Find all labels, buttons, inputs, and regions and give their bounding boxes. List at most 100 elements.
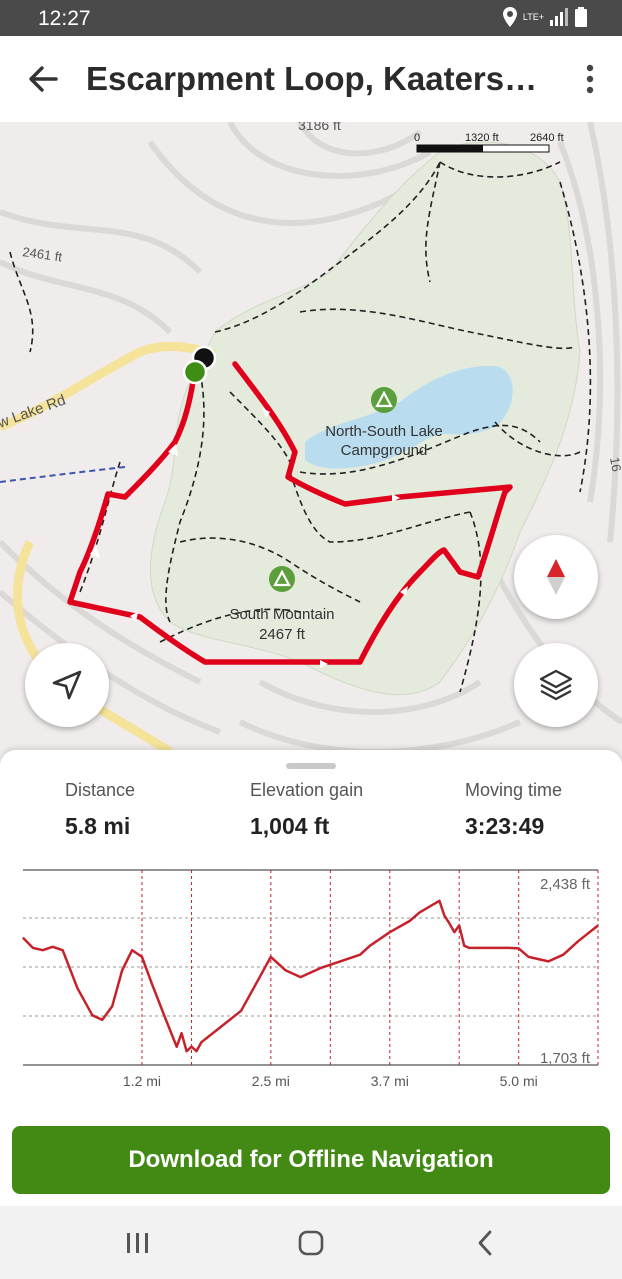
- scale-mid: 1320 ft: [465, 132, 499, 144]
- elevation-point: [32, 947, 34, 949]
- elevation-point: [22, 937, 24, 939]
- elevation-point: [185, 1050, 188, 1052]
- elevation-point: [270, 956, 272, 958]
- clock: 12:27: [38, 7, 91, 30]
- mountain-label-2: 2467 ft: [259, 626, 306, 643]
- elevation-point: [285, 969, 287, 971]
- recent-apps-icon: [127, 1233, 148, 1253]
- campground-icon[interactable]: [371, 387, 397, 413]
- locate-button[interactable]: [25, 643, 109, 727]
- start-marker[interactable]: [182, 359, 208, 385]
- elevation-point: [488, 947, 490, 949]
- elevation-point: [518, 947, 520, 949]
- mountain-label-1: South Mountain: [229, 606, 334, 623]
- road-2: [13, 539, 173, 756]
- home-icon: [298, 1230, 324, 1256]
- elevation-point: [121, 969, 123, 971]
- contour-label-left: 2461 ft: [22, 244, 64, 264]
- stat-value: 3:23:49: [465, 813, 545, 839]
- elevation-point: [181, 1032, 183, 1034]
- elevation-chart-svg[interactable]: 2,438 ft 1,703 ft 1.2 mi 2.5 mi 3.7 mi 5.0 …: [0, 868, 622, 1098]
- elevation-point: [359, 954, 361, 956]
- elevation-point: [111, 1005, 113, 1007]
- layers-button[interactable]: [514, 643, 598, 727]
- elevation-point: [195, 1050, 198, 1052]
- stat-elevation-gain: Elevation gain 1,004 ft: [250, 780, 363, 840]
- layers-icon: [539, 669, 573, 701]
- elevation-point: [190, 1046, 193, 1048]
- y-tick-label-min: 1,703 ft: [540, 1050, 591, 1067]
- sheet-drag-handle[interactable]: [286, 763, 336, 769]
- stat-label: Elevation gain: [250, 780, 364, 800]
- elevation-point: [508, 947, 510, 949]
- x-tick-labels: 1.2 mi 2.5 mi 3.7 mi 5.0 mi: [123, 1073, 538, 1089]
- stat-label: Moving time: [465, 780, 563, 800]
- elevation-line: [22, 899, 599, 1053]
- elevation-point: [458, 924, 460, 927]
- elevation-point: [448, 922, 450, 924]
- y-tick-label-max: 2,438 ft: [540, 876, 591, 893]
- summit-icon[interactable]: [269, 566, 295, 592]
- elevation-point: [52, 946, 54, 948]
- elevation-point: [220, 1025, 222, 1028]
- stat-label: Distance: [65, 780, 136, 800]
- elevation-point: [443, 914, 445, 916]
- battery-icon: [575, 7, 587, 27]
- more-vertical-icon: [586, 64, 594, 94]
- elevation-points: [22, 900, 599, 1052]
- elevation-point: [91, 1014, 93, 1016]
- system-nav-bar: [0, 1206, 622, 1279]
- network-type: LTE+: [522, 11, 544, 22]
- signal-icon: [550, 8, 568, 26]
- elevation-point: [562, 954, 564, 956]
- campground-label-1: North-South Lake: [325, 423, 443, 440]
- elevation-point: [101, 1019, 103, 1021]
- x-tick-label: 2.5 mi: [252, 1073, 290, 1089]
- elevation-point: [463, 945, 465, 947]
- locate-arrow-icon: [52, 670, 82, 700]
- home-button[interactable]: [291, 1226, 331, 1260]
- elevation-point: [369, 945, 371, 947]
- elevation-profile-chart[interactable]: 2,438 ft 1,703 ft 1.2 mi 2.5 mi 3.7 mi 5.0 …: [0, 868, 622, 1098]
- back-nav-button[interactable]: [465, 1226, 505, 1260]
- elevation-point: [166, 1021, 168, 1023]
- elevation-point: [547, 960, 550, 962]
- elevation-point: [453, 931, 455, 933]
- back-nav-icon: [478, 1230, 492, 1256]
- status-bar: 12:27 LTE+: [0, 0, 622, 36]
- recent-apps-button[interactable]: [118, 1226, 158, 1260]
- status-icons: LTE+: [502, 7, 588, 27]
- compass-button[interactable]: [514, 535, 598, 619]
- stat-value: 5.8 mi: [65, 813, 131, 839]
- arrow-left-icon: [29, 66, 58, 92]
- elevation-point: [141, 956, 143, 958]
- more-options-button[interactable]: [582, 64, 598, 94]
- elevation-point: [339, 960, 341, 962]
- elevation-point: [76, 987, 79, 989]
- elevation-point: [255, 983, 257, 985]
- edge-label: 16: [607, 456, 622, 473]
- elevation-point: [131, 949, 133, 951]
- x-tick-label: 1.2 mi: [123, 1073, 161, 1089]
- elevation-point: [468, 947, 470, 949]
- elevation-point: [389, 931, 391, 933]
- elevation-point: [62, 949, 64, 951]
- scale-bar: 0 1320 ft 2640 ft: [414, 132, 564, 153]
- x-tick-label: 3.7 mi: [371, 1073, 409, 1089]
- elevation-point: [528, 956, 530, 958]
- elevation-point: [151, 983, 153, 985]
- stat-value: 1,004 ft: [250, 813, 330, 839]
- x-tick-label: 5.0 mi: [500, 1073, 538, 1089]
- elevation-point: [200, 1041, 203, 1043]
- location-icon: [502, 7, 517, 27]
- compass-icon: [547, 559, 565, 595]
- app-bar: Escarpment Loop, Kaaters…: [0, 36, 622, 123]
- elevation-point: [42, 949, 44, 951]
- download-offline-button[interactable]: Download for Offline Navigation: [12, 1126, 610, 1194]
- elevation-point: [176, 1046, 178, 1048]
- back-button[interactable]: [26, 62, 60, 96]
- trail-map[interactable]: 3186 ft 2461 ft w Lake Rd 16 North-South…: [0, 122, 622, 762]
- campground-label-2: Campground: [341, 442, 428, 459]
- scale-max: 2640 ft: [530, 132, 564, 144]
- elevation-point: [319, 967, 322, 969]
